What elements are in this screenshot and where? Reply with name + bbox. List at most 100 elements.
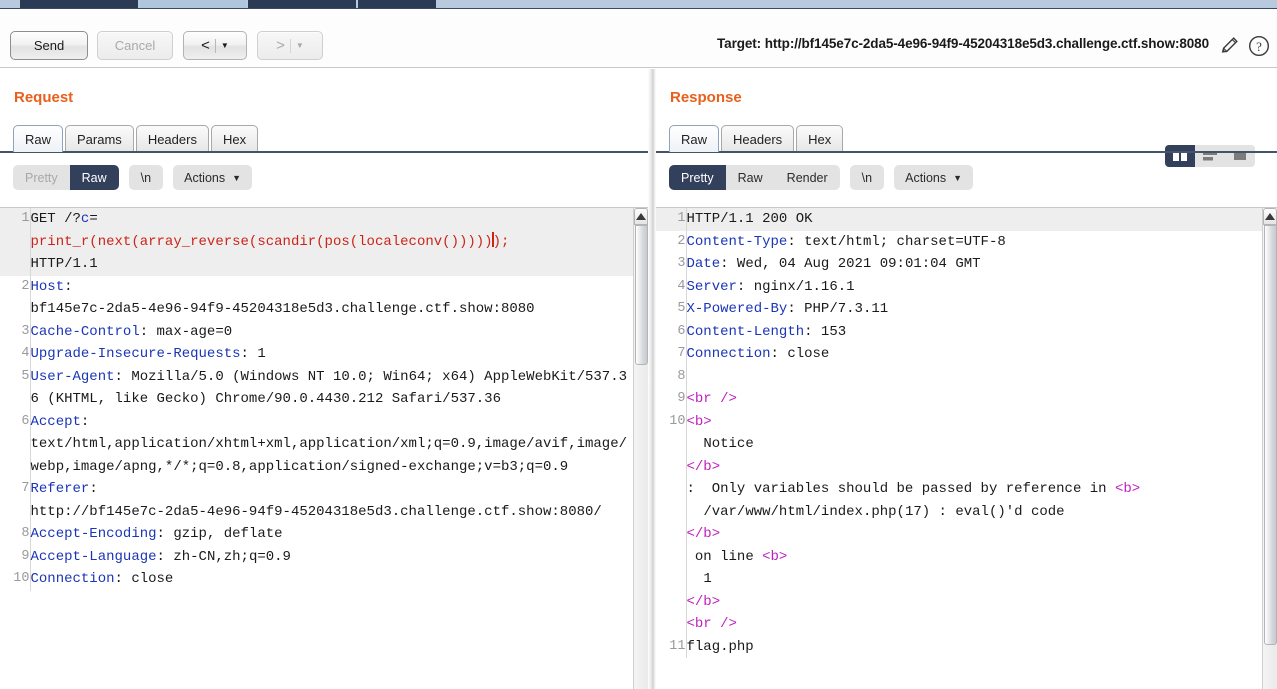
previous-request-button[interactable]: < ▼ <box>183 31 247 60</box>
code-line[interactable]: 10 <b> Notice </b> : Only variables shoul… <box>656 410 1262 636</box>
code-token: : Mozilla/5.0 (Windows NT 10.0; Win64; x… <box>30 368 628 408</box>
request-tab-headers[interactable]: Headers <box>135 125 209 152</box>
request-mode-raw[interactable]: Raw <box>69 165 119 190</box>
code-token: HTTP/1.1 200 OK <box>686 211 813 227</box>
code-line[interactable]: 4 Server: nginx/1.16.1 <box>656 275 1262 299</box>
code-line-content[interactable]: Content-Length: 153 <box>686 321 1262 344</box>
response-vertical-scrollbar[interactable] <box>1262 208 1277 689</box>
response-mode-raw[interactable]: Raw <box>726 165 775 190</box>
code-line-content[interactable]: <b> Notice </b> : Only variables should … <box>686 411 1262 636</box>
response-mode-pretty[interactable]: Pretty <box>669 165 726 190</box>
chevron-down-icon: ▼ <box>953 172 963 183</box>
code-token: : 1 <box>240 346 266 362</box>
response-tab-hex[interactable]: Hex <box>796 125 844 152</box>
code-line[interactable]: 4 Upgrade-Insecure-Requests: 1 <box>0 343 633 366</box>
code-line-content[interactable]: Host: bf145e7c-2da5-4e96-94f9-45204318e5… <box>30 276 633 321</box>
request-tab-hex[interactable]: Hex <box>210 125 259 152</box>
scrollbar-thumb[interactable] <box>1264 225 1277 645</box>
request-code-area[interactable]: 1 GET /?c= print_r(next(array_reverse(sca… <box>0 208 633 689</box>
scrollbar-thumb[interactable] <box>635 225 648 365</box>
side-by-side-view-button[interactable] <box>1165 145 1195 167</box>
code-line-content[interactable]: Content-Type: text/html; charset=UTF-8 <box>686 231 1262 254</box>
main-tab-1[interactable] <box>20 0 138 8</box>
request-tab-params[interactable]: Params <box>65 125 134 152</box>
request-view-mode-group[interactable]: Pretty Raw <box>13 165 119 190</box>
code-line[interactable]: 2 Content-Type: text/html; charset=UTF-8 <box>656 230 1262 254</box>
code-line-content[interactable]: flag.php <box>686 636 1262 659</box>
code-line-content[interactable]: Accept: text/html,application/xhtml+xml,… <box>30 411 633 479</box>
code-line-content[interactable]: Connection: close <box>686 343 1262 366</box>
send-button[interactable]: Send <box>10 31 88 60</box>
layout-view-buttons[interactable] <box>1165 145 1255 167</box>
code-line-content[interactable]: X-Powered-By: PHP/7.3.11 <box>686 298 1262 321</box>
code-line[interactable]: 3 Date: Wed, 04 Aug 2021 09:01:04 GMT <box>656 253 1262 276</box>
scroll-up-button[interactable] <box>1263 208 1277 225</box>
code-line[interactable]: 6 Content-Length: 153 <box>656 320 1262 344</box>
line-number: 5 <box>0 365 31 411</box>
code-line-content[interactable]: Upgrade-Insecure-Requests: 1 <box>30 343 633 366</box>
help-icon[interactable]: ? <box>1247 34 1271 58</box>
code-line-content[interactable]: HTTP/1.1 200 OK <box>686 208 1262 231</box>
code-line[interactable]: 1 HTTP/1.1 200 OK <box>656 208 1262 231</box>
line-number: 6 <box>656 320 687 343</box>
code-line-content[interactable]: Date: Wed, 04 Aug 2021 09:01:04 GMT <box>686 253 1262 276</box>
code-line-content[interactable]: Server: nginx/1.16.1 <box>686 276 1262 299</box>
single-view-button[interactable] <box>1225 145 1255 167</box>
pencil-icon[interactable] <box>1219 34 1241 56</box>
request-tab-raw[interactable]: Raw <box>13 125 64 152</box>
code-token: : 153 <box>804 323 847 340</box>
response-newline-toggle[interactable]: \n <box>849 165 885 190</box>
code-token: : Only variables should be passed by ref… <box>686 481 1107 497</box>
code-token: : nginx/1.16.1 <box>736 278 855 295</box>
scroll-up-button[interactable] <box>634 208 648 225</box>
response-editor[interactable]: 1 HTTP/1.1 200 OK 2 Content-Type: text/html… <box>656 207 1277 689</box>
code-line[interactable]: 10 Connection: close <box>0 568 633 591</box>
code-line-content[interactable] <box>686 366 1262 389</box>
code-line[interactable]: 2 Host: bf145e7c-2da5-4e96-94f9-45204318e… <box>0 275 633 321</box>
code-line[interactable]: 8 <box>656 365 1262 389</box>
request-newline-toggle[interactable]: \n <box>128 165 164 190</box>
code-line[interactable]: 6 Accept: text/html,application/xhtml+xml… <box>0 410 633 479</box>
stacked-view-button[interactable] <box>1195 145 1225 167</box>
code-line[interactable]: 5 User-Agent: Mozilla/5.0 (Windows NT 10.… <box>0 365 633 411</box>
response-tab-raw[interactable]: Raw <box>669 125 720 152</box>
code-line-content[interactable]: Cache-Control: max-age=0 <box>30 321 633 344</box>
code-line[interactable]: 9 Accept-Language: zh-CN,zh;q=0.9 <box>0 545 633 569</box>
request-editor[interactable]: 1 GET /?c= print_r(next(array_reverse(sca… <box>0 207 648 689</box>
code-line[interactable]: 7 Referer: http://bf145e7c-2da5-4e96-94f9… <box>0 478 633 523</box>
code-line[interactable]: 9 <br /> <box>656 388 1262 411</box>
request-code-table: 1 GET /?c= print_r(next(array_reverse(sca… <box>0 208 633 591</box>
code-line-content[interactable]: Referer: http://bf145e7c-2da5-4e96-94f9-… <box>30 478 633 523</box>
code-line-content[interactable]: Accept-Encoding: gzip, deflate <box>30 523 633 546</box>
response-actions-button[interactable]: Actions ▼ <box>894 165 974 190</box>
request-actions-button[interactable]: Actions ▼ <box>173 165 253 190</box>
code-line-content[interactable]: <br /> <box>686 388 1262 411</box>
request-vertical-scrollbar[interactable] <box>633 208 648 689</box>
code-line[interactable]: 8 Accept-Encoding: gzip, deflate <box>0 523 633 546</box>
code-line-content[interactable]: Connection: close <box>30 568 633 591</box>
response-code-area[interactable]: 1 HTTP/1.1 200 OK 2 Content-Type: text/html… <box>656 208 1262 689</box>
code-token: : Wed, 04 Aug 2021 09:01:04 GMT <box>720 256 981 272</box>
response-view-mode-group[interactable]: Pretty Raw Render <box>669 165 840 190</box>
line-number: 11 <box>656 635 687 658</box>
response-tab-bar[interactable]: Raw Headers Hex <box>669 125 845 152</box>
code-line[interactable]: 3 Cache-Control: max-age=0 <box>0 320 633 344</box>
response-mode-render[interactable]: Render <box>775 165 840 190</box>
code-line[interactable]: 5 X-Powered-By: PHP/7.3.11 <box>656 298 1262 321</box>
code-line[interactable]: 1 GET /?c= print_r(next(array_reverse(sca… <box>0 208 633 276</box>
main-tab-strip[interactable] <box>0 0 1277 9</box>
code-line-content[interactable]: Accept-Language: zh-CN,zh;q=0.9 <box>30 546 633 569</box>
chevron-down-icon[interactable]: ▼ <box>216 41 229 50</box>
code-line-content[interactable]: GET /?c= print_r(next(array_reverse(scan… <box>30 208 633 276</box>
panel-splitter[interactable] <box>648 69 656 689</box>
response-tab-headers[interactable]: Headers <box>721 125 795 152</box>
main-tab-3[interactable] <box>248 0 356 8</box>
code-token: Upgrade-Insecure-Requests <box>30 346 241 362</box>
main-tab-2-active[interactable] <box>140 0 246 8</box>
code-token: </b> <box>686 593 721 610</box>
code-line-content[interactable]: User-Agent: Mozilla/5.0 (Windows NT 10.0… <box>30 366 633 411</box>
main-tab-4[interactable] <box>358 0 436 8</box>
code-line[interactable]: 11 flag.php <box>656 635 1262 659</box>
request-tab-bar[interactable]: Raw Params Headers Hex <box>13 125 260 152</box>
code-line[interactable]: 7 Connection: close <box>656 343 1262 366</box>
